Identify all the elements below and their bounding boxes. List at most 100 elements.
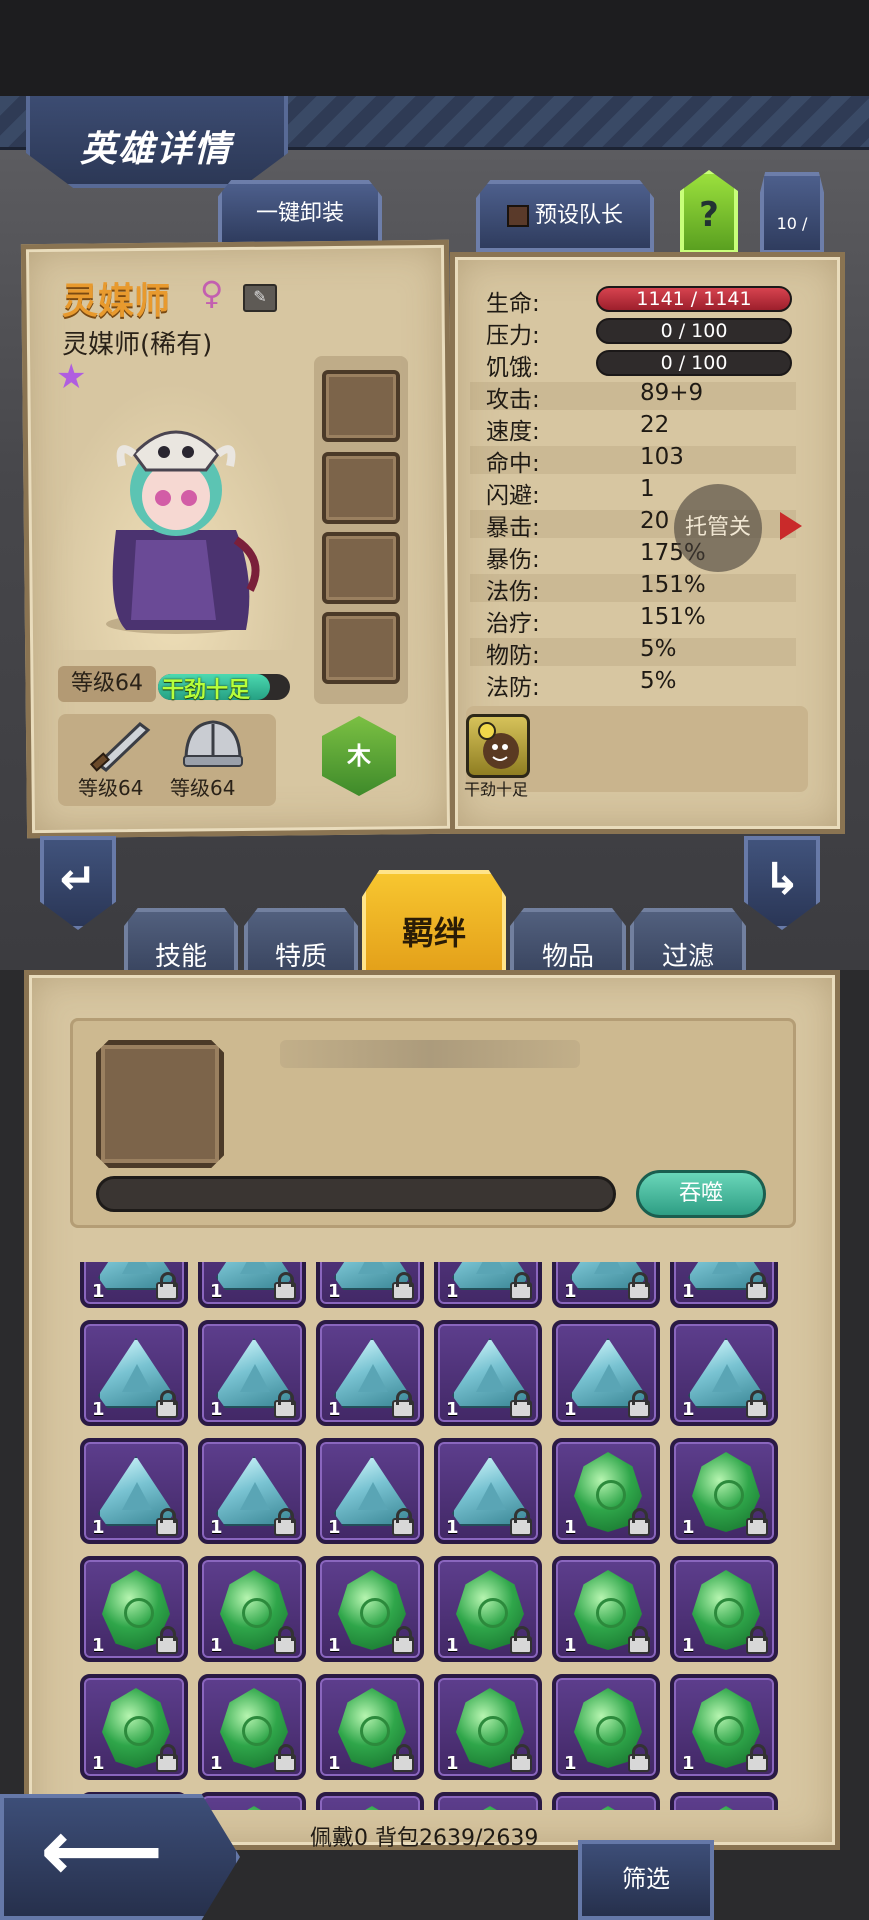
- inventory-item[interactable]: 1: [552, 1556, 660, 1662]
- inventory-item[interactable]: 1: [552, 1438, 660, 1544]
- item-count: 1: [328, 1281, 341, 1302]
- lock-icon[interactable]: [628, 1626, 650, 1654]
- inventory-item[interactable]: 1: [434, 1438, 542, 1544]
- lock-icon[interactable]: [746, 1744, 768, 1772]
- accessory-slot-3[interactable]: [322, 532, 400, 604]
- lock-icon[interactable]: [746, 1508, 768, 1536]
- unequip-all-button[interactable]: 一键卸装: [218, 180, 382, 246]
- inventory-item[interactable]: 1: [198, 1674, 306, 1780]
- inventory-item[interactable]: 1: [552, 1262, 660, 1308]
- item-count: 1: [210, 1517, 223, 1538]
- inventory-item[interactable]: 1: [552, 1674, 660, 1780]
- lock-icon[interactable]: [392, 1390, 414, 1418]
- edit-name-icon[interactable]: ✎: [243, 284, 277, 312]
- devour-button[interactable]: 吞噬: [636, 1170, 766, 1218]
- lock-icon[interactable]: [274, 1744, 296, 1772]
- item-count: 1: [446, 1635, 459, 1656]
- lock-icon[interactable]: [746, 1626, 768, 1654]
- inventory-item[interactable]: 1: [80, 1438, 188, 1544]
- inventory-item[interactable]: 1: [198, 1438, 306, 1544]
- inventory-item[interactable]: 1: [316, 1556, 424, 1662]
- lock-icon[interactable]: [274, 1390, 296, 1418]
- stat-label: 压力:: [486, 323, 540, 349]
- lock-icon[interactable]: [628, 1390, 650, 1418]
- inventory-item[interactable]: 1: [316, 1320, 424, 1426]
- trait-icon[interactable]: [466, 714, 530, 778]
- inventory-item[interactable]: 1: [80, 1674, 188, 1780]
- inventory-item[interactable]: 1: [434, 1674, 542, 1780]
- lock-icon[interactable]: [392, 1272, 414, 1300]
- lock-icon[interactable]: [510, 1508, 532, 1536]
- inventory-item[interactable]: 1: [198, 1262, 306, 1308]
- lock-icon[interactable]: [156, 1272, 178, 1300]
- lock-icon[interactable]: [510, 1272, 532, 1300]
- inventory-item[interactable]: 1: [670, 1674, 778, 1780]
- accessory-slot-1[interactable]: [322, 370, 400, 442]
- inventory-item[interactable]: 1: [434, 1792, 542, 1810]
- lock-icon[interactable]: [510, 1390, 532, 1418]
- helmet-icon: [183, 720, 243, 767]
- lock-icon[interactable]: [392, 1626, 414, 1654]
- item-count: 1: [328, 1517, 341, 1538]
- inventory-item[interactable]: 1: [80, 1262, 188, 1308]
- inventory-item[interactable]: 1: [198, 1320, 306, 1426]
- inventory-item[interactable]: 1: [434, 1556, 542, 1662]
- stat-value: 22: [640, 412, 670, 438]
- lock-icon[interactable]: [274, 1272, 296, 1300]
- lock-icon[interactable]: [746, 1272, 768, 1300]
- inventory-grid: 111111111111111111111111111111111111: [80, 1262, 794, 1810]
- emerald-icon: [220, 1806, 288, 1810]
- armor-slot[interactable]: 等级64: [170, 716, 256, 802]
- checkbox-icon[interactable]: [506, 205, 529, 227]
- bond-target-slot[interactable]: [96, 1040, 224, 1168]
- inventory-item[interactable]: 1: [198, 1792, 306, 1810]
- stat-label: 物防:: [486, 643, 540, 669]
- item-count: 1: [92, 1635, 105, 1656]
- preset-leader-label: 预设队长: [534, 203, 623, 228]
- inventory-item[interactable]: 1: [434, 1320, 542, 1426]
- inventory-item[interactable]: 1: [670, 1792, 778, 1810]
- weapon-slot[interactable]: 等级64: [78, 716, 164, 802]
- inventory-item[interactable]: 1: [316, 1438, 424, 1544]
- lock-icon[interactable]: [746, 1390, 768, 1418]
- accessory-slot-4[interactable]: [322, 612, 400, 684]
- filter-button[interactable]: 筛选: [578, 1840, 714, 1920]
- inventory-item[interactable]: 1: [552, 1792, 660, 1810]
- weapon-level: 等级64: [78, 776, 144, 800]
- inventory-item[interactable]: 1: [670, 1320, 778, 1426]
- accessory-slot-2[interactable]: [322, 452, 400, 524]
- lock-icon[interactable]: [156, 1508, 178, 1536]
- inventory-item[interactable]: 1: [198, 1556, 306, 1662]
- lock-icon[interactable]: [392, 1744, 414, 1772]
- inventory-item[interactable]: 1: [670, 1438, 778, 1544]
- lock-icon[interactable]: [156, 1390, 178, 1418]
- lock-icon[interactable]: [274, 1508, 296, 1536]
- preset-leader-button[interactable]: 预设队长: [476, 180, 654, 252]
- expand-arrow-icon[interactable]: [780, 512, 802, 540]
- inventory-item[interactable]: 1: [80, 1320, 188, 1426]
- inventory-item[interactable]: 1: [316, 1674, 424, 1780]
- lock-icon[interactable]: [156, 1744, 178, 1772]
- auto-battle-toggle[interactable]: 托管关: [674, 484, 762, 572]
- inventory-item[interactable]: 1: [670, 1262, 778, 1308]
- inventory-item[interactable]: 1: [670, 1556, 778, 1662]
- lock-icon[interactable]: [628, 1744, 650, 1772]
- inventory-item[interactable]: 1: [316, 1262, 424, 1308]
- inventory-item[interactable]: 1: [80, 1556, 188, 1662]
- stat-bar: 0 / 100: [596, 318, 792, 344]
- inventory-item[interactable]: 1: [552, 1320, 660, 1426]
- stat-label: 闪避:: [486, 483, 540, 509]
- lock-icon[interactable]: [510, 1626, 532, 1654]
- lock-icon[interactable]: [156, 1626, 178, 1654]
- hero-name: 灵媒师: [62, 281, 171, 322]
- lock-icon[interactable]: [628, 1272, 650, 1300]
- lock-icon[interactable]: [628, 1508, 650, 1536]
- lock-icon[interactable]: [392, 1508, 414, 1536]
- tab-items-label: 物品: [541, 942, 594, 972]
- item-count: 1: [682, 1635, 695, 1656]
- inventory-item[interactable]: 1: [434, 1262, 542, 1308]
- lock-icon[interactable]: [510, 1744, 532, 1772]
- lock-icon[interactable]: [274, 1626, 296, 1654]
- inventory-item[interactable]: 1: [316, 1792, 424, 1810]
- back-arrow-icon[interactable]: ⟵: [40, 1808, 163, 1894]
